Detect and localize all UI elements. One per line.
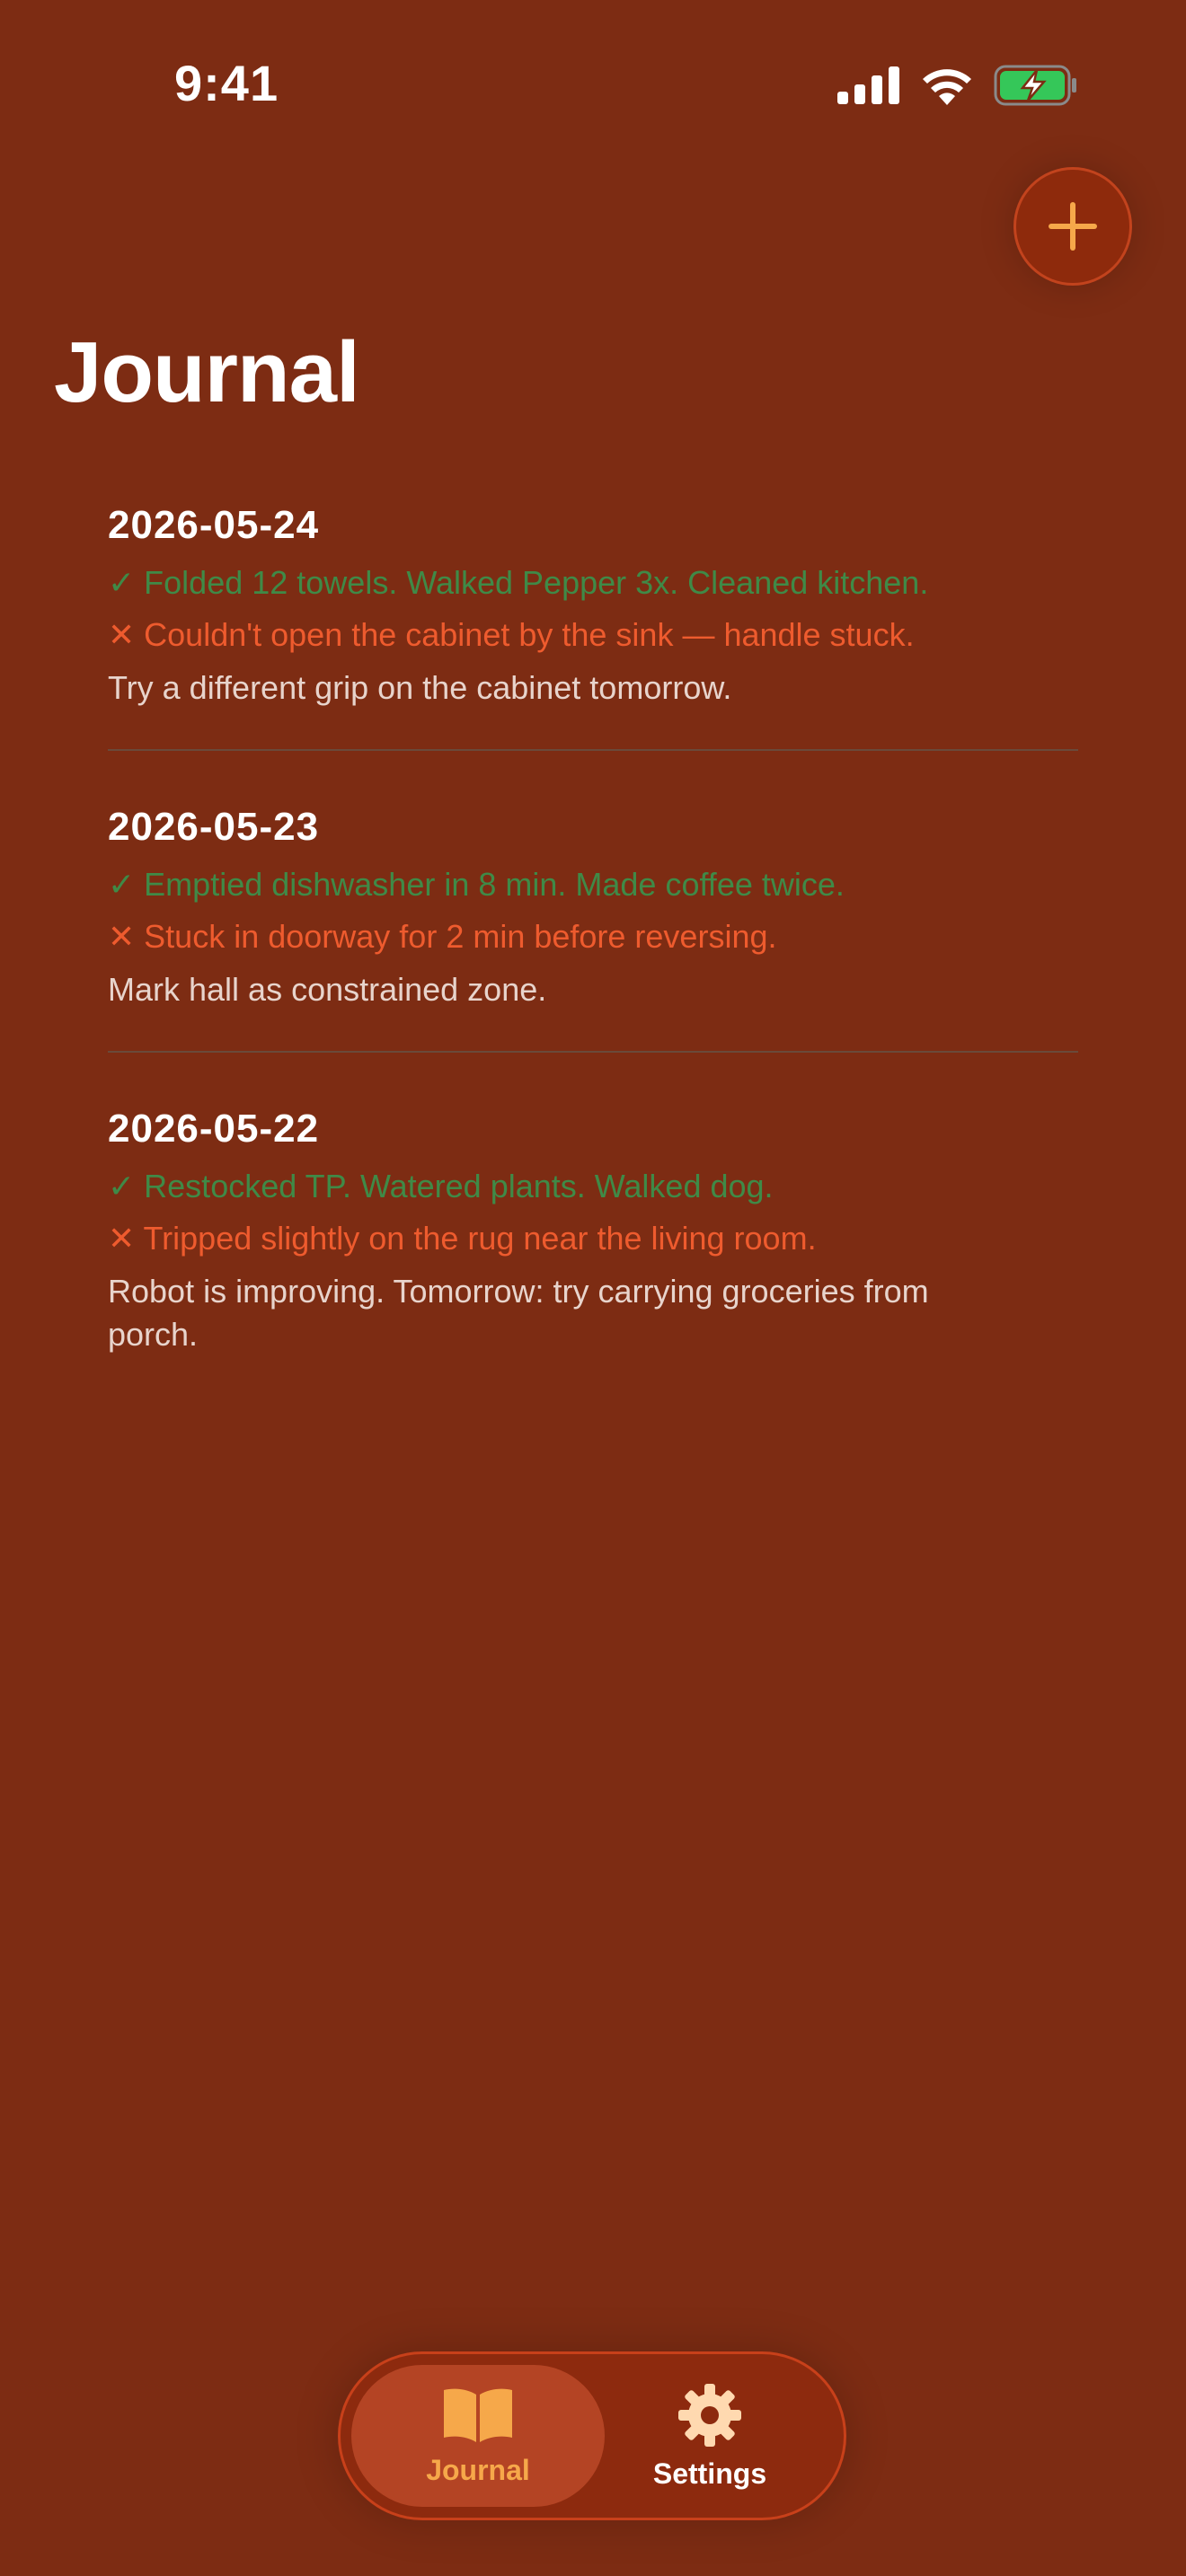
entry-note: Mark hall as constrained zone. xyxy=(108,971,547,1008)
entry-note: Try a different grip on the cabinet tomo… xyxy=(108,669,732,706)
status-bar: 9:41 xyxy=(0,0,1186,171)
entry-failure: ✕ Couldn't open the cabinet by the sink … xyxy=(108,616,915,653)
journal-entry-list: 2026-05-24 ✓ Folded 12 towels. Walked Pe… xyxy=(108,485,1078,1432)
battery-charging-icon xyxy=(994,65,1076,106)
entry-failure: ✕ Tripped slightly on the rug near the l… xyxy=(108,1220,817,1257)
wifi-icon xyxy=(923,69,971,105)
entry-note: Robot is improving. Tomorrow: try carryi… xyxy=(108,1273,929,1353)
book-icon xyxy=(444,2388,512,2442)
entry-date: 2026-05-23 xyxy=(108,805,320,849)
entry-date: 2026-05-24 xyxy=(108,503,320,547)
status-time: 9:41 xyxy=(174,55,279,111)
journal-screen: 9:41 Journal 2026-05-24 ✓ Folded 12 towe… xyxy=(0,0,1186,2576)
gear-icon xyxy=(678,2383,741,2447)
tab-bar: Journal Settings xyxy=(338,2351,846,2520)
entry-date: 2026-05-22 xyxy=(108,1107,320,1151)
entry-success: ✓ Restocked TP. Watered plants. Walked d… xyxy=(108,1168,774,1204)
entry-success: ✓ Emptied dishwasher in 8 min. Made coff… xyxy=(108,866,845,903)
journal-entry[interactable]: 2026-05-22 ✓ Restocked TP. Watered plant… xyxy=(108,1089,1078,1396)
cellular-signal-icon xyxy=(837,66,899,104)
page-title: Journal xyxy=(54,324,360,420)
journal-entry[interactable]: 2026-05-24 ✓ Folded 12 towels. Walked Pe… xyxy=(108,485,1078,751)
tab-journal[interactable]: Journal xyxy=(351,2365,605,2507)
add-entry-button[interactable] xyxy=(1013,167,1132,286)
tab-label: Journal xyxy=(426,2453,530,2486)
tab-settings[interactable]: Settings xyxy=(583,2365,836,2507)
plus-icon xyxy=(1049,202,1097,251)
status-icons xyxy=(837,65,1078,106)
entry-success: ✓ Folded 12 towels. Walked Pepper 3x. Cl… xyxy=(108,564,929,601)
tab-label: Settings xyxy=(652,2457,767,2490)
journal-entry[interactable]: 2026-05-23 ✓ Emptied dishwasher in 8 min… xyxy=(108,787,1078,1053)
entry-failure: ✕ Stuck in doorway for 2 min before reve… xyxy=(108,918,777,955)
